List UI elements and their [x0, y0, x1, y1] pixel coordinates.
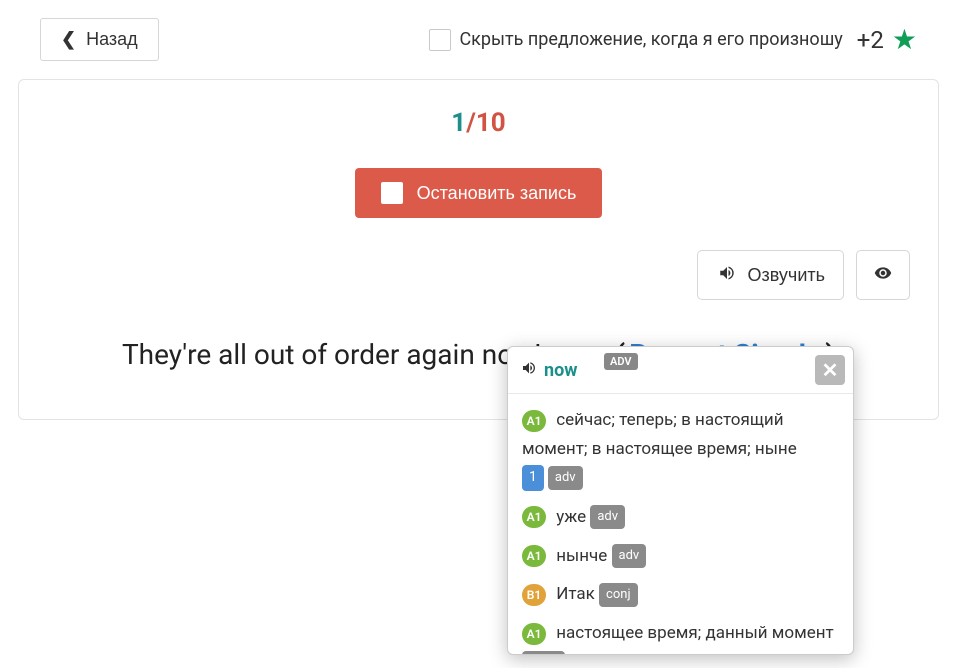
definition-text: настоящее время; данный момент — [552, 623, 834, 643]
definition-text: нынче — [552, 546, 612, 566]
pos-tag-inline: adv — [590, 505, 625, 529]
close-icon: ✕ — [822, 358, 839, 382]
level-badge: A1 — [522, 623, 546, 645]
pos-tag-inline: adv — [548, 466, 583, 490]
progress-indicator: 1/10 — [47, 108, 910, 138]
definition-text: уже — [552, 507, 590, 527]
sentence-text[interactable]: They're all out of order again now! — [122, 338, 541, 371]
stop-recording-button[interactable]: Остановить запись — [355, 168, 603, 218]
word-definition-popup: now ADV ✕ A1 сейчас; теперь; в настоящий… — [507, 346, 854, 655]
hide-sentence-label: Скрыть предложение, когда я его произнош… — [459, 29, 842, 50]
chevron-left-icon: ❮ — [61, 29, 76, 50]
toggle-visibility-button[interactable] — [856, 250, 910, 300]
volume-icon — [716, 264, 738, 287]
progress-separator: / — [466, 108, 476, 138]
level-badge: A1 — [522, 410, 546, 432]
progress-total: 10 — [476, 108, 506, 138]
popup-word: now — [544, 360, 577, 381]
definition-text: сейчас; теперь; в настоящий момент; в на… — [522, 410, 797, 459]
back-label: Назад — [86, 29, 138, 50]
progress-current: 1 — [451, 108, 466, 138]
star-icon: ★ — [892, 23, 917, 56]
popup-close-button[interactable]: ✕ — [815, 355, 845, 385]
stop-icon — [381, 182, 403, 204]
pos-tag-inline: adv — [612, 544, 647, 568]
popup-definitions-list[interactable]: A1 сейчас; теперь; в настоящий момент; в… — [508, 394, 853, 654]
hide-sentence-checkbox[interactable] — [429, 29, 451, 51]
definition-row[interactable]: A1 уже adv — [522, 503, 843, 532]
definition-row[interactable]: B1 Итак conj — [522, 580, 843, 609]
speak-button[interactable]: Озвучить — [697, 250, 844, 300]
top-right-controls: Скрыть предложение, когда я его произнош… — [429, 23, 917, 56]
definition-row[interactable]: A1 нынче adv — [522, 542, 843, 571]
definition-row[interactable]: A1 настоящее время; данный момент noun — [522, 619, 843, 654]
stop-recording-label: Остановить запись — [417, 183, 577, 204]
meaning-number: 1 — [522, 465, 544, 491]
pos-tag-inline: noun — [522, 651, 565, 654]
pos-tag: ADV — [604, 353, 638, 370]
pos-tag-inline: conj — [599, 583, 638, 607]
eye-icon — [870, 262, 896, 288]
level-badge: A1 — [522, 545, 546, 567]
level-badge: B1 — [522, 584, 546, 606]
back-button[interactable]: ❮ Назад — [40, 18, 159, 61]
level-badge: A1 — [522, 506, 546, 528]
definition-row[interactable]: A1 сейчас; теперь; в настоящий момент; в… — [522, 406, 843, 493]
popup-sound-icon[interactable] — [520, 360, 538, 380]
speak-label: Озвучить — [748, 265, 825, 286]
definition-text: Итак — [552, 584, 599, 604]
score-bonus: +2 — [857, 26, 884, 54]
